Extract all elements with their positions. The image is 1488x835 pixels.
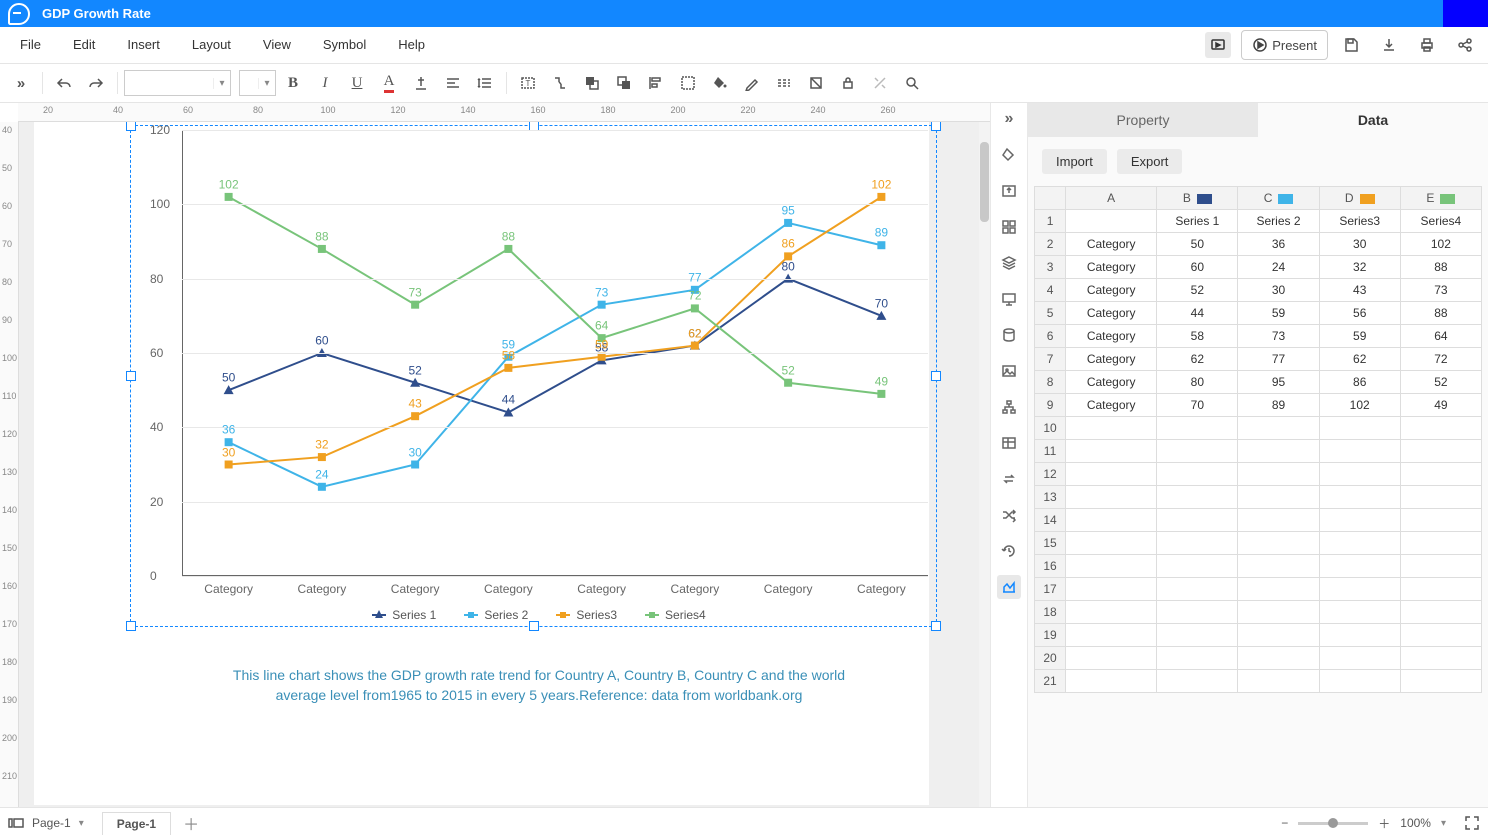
database-icon[interactable] [997, 323, 1021, 347]
vertical-ruler: 4050607080901001101201301401501601701801… [0, 122, 19, 807]
history-icon[interactable] [997, 539, 1021, 563]
fill-tool-icon[interactable] [997, 143, 1021, 167]
chart-caption: This line chart shows the GDP growth rat… [208, 666, 870, 705]
lock-icon[interactable] [833, 68, 863, 98]
distribute-icon[interactable] [673, 68, 703, 98]
layers-icon[interactable] [997, 251, 1021, 275]
page-tab[interactable]: Page-1 [102, 812, 171, 835]
statusbar: Page-1 ▾ Page-1 ＋ − ＋ 100% ▾ [0, 807, 1488, 835]
resize-handle[interactable] [931, 371, 941, 381]
zoom-out-icon[interactable]: − [1281, 816, 1288, 830]
titlebar: GDP Growth Rate [0, 0, 1488, 27]
chart-legend: Series 1Series 2Series3Series4 [148, 608, 930, 622]
tools-icon[interactable] [865, 68, 895, 98]
menu-layout[interactable]: Layout [176, 27, 247, 63]
font-family-select[interactable]: ▾ [124, 70, 231, 96]
share-icon[interactable] [1452, 32, 1478, 58]
swap-icon[interactable] [997, 467, 1021, 491]
page-selector[interactable]: Page-1 [32, 816, 71, 830]
present-button[interactable]: Present [1241, 30, 1328, 60]
table-icon[interactable] [997, 431, 1021, 455]
undo-icon[interactable] [49, 68, 79, 98]
resize-handle[interactable] [126, 621, 136, 631]
align-icon[interactable] [438, 68, 468, 98]
line-style-icon[interactable] [769, 68, 799, 98]
align-objects-icon[interactable] [641, 68, 671, 98]
collapse-panel-icon[interactable]: » [997, 107, 1021, 131]
search-icon[interactable] [897, 68, 927, 98]
tab-property[interactable]: Property [1028, 103, 1258, 137]
text-box-icon[interactable]: T [513, 68, 543, 98]
menu-symbol[interactable]: Symbol [307, 27, 382, 63]
expand-toolbar-icon[interactable]: » [6, 68, 36, 98]
org-chart-icon[interactable] [997, 395, 1021, 419]
export-button[interactable]: Export [1117, 149, 1183, 174]
slideshow-mode-button[interactable] [1205, 32, 1231, 58]
menu-file[interactable]: File [4, 27, 57, 63]
pen-icon[interactable] [737, 68, 767, 98]
crop-icon[interactable] [801, 68, 831, 98]
svg-text:T: T [526, 79, 531, 88]
app-logo-icon [8, 3, 30, 25]
present-label: Present [1272, 38, 1317, 53]
add-page-button[interactable]: ＋ [183, 811, 199, 835]
send-back-icon[interactable] [609, 68, 639, 98]
bring-front-icon[interactable] [577, 68, 607, 98]
page: 020406080100120CategoryCategoryCategoryC… [34, 122, 929, 805]
menu-view[interactable]: View [247, 27, 307, 63]
chart-tool-icon[interactable] [997, 575, 1021, 599]
download-icon[interactable] [1376, 32, 1402, 58]
chevron-down-icon[interactable]: ▾ [1441, 818, 1446, 829]
right-icon-rail: » [990, 103, 1028, 807]
vertical-scrollbar[interactable] [979, 122, 990, 807]
presentation-icon[interactable] [997, 287, 1021, 311]
redo-icon[interactable] [81, 68, 111, 98]
fullscreen-icon[interactable] [1464, 815, 1480, 831]
image-icon[interactable] [997, 359, 1021, 383]
fill-icon[interactable] [705, 68, 735, 98]
resize-handle[interactable] [126, 122, 136, 131]
zoom-in-icon[interactable]: ＋ [1378, 815, 1390, 832]
shuffle-icon[interactable] [997, 503, 1021, 527]
tab-data[interactable]: Data [1258, 103, 1488, 137]
resize-handle[interactable] [931, 122, 941, 131]
menu-help[interactable]: Help [382, 27, 441, 63]
import-button[interactable]: Import [1042, 149, 1107, 174]
resize-handle[interactable] [126, 371, 136, 381]
underline-icon[interactable]: U [342, 68, 372, 98]
font-size-select[interactable]: ▾ [239, 70, 276, 96]
font-color-icon[interactable]: A [374, 68, 404, 98]
zoom-control[interactable]: − ＋ 100% ▾ [1281, 815, 1480, 832]
menu-edit[interactable]: Edit [57, 27, 111, 63]
zoom-slider[interactable] [1298, 822, 1368, 825]
right-panel: Property Data Import Export ABCDE1Series… [1028, 103, 1488, 807]
bold-icon[interactable]: B [278, 68, 308, 98]
print-icon[interactable] [1414, 32, 1440, 58]
toolbar: » ▾ ▾ B I U A T [0, 64, 1488, 103]
line-spacing-icon[interactable] [470, 68, 500, 98]
connector-icon[interactable] [545, 68, 575, 98]
document-title: GDP Growth Rate [42, 6, 151, 21]
menu-insert[interactable]: Insert [111, 27, 176, 63]
window-button[interactable] [1443, 0, 1488, 27]
grid-icon[interactable] [997, 215, 1021, 239]
chevron-down-icon[interactable]: ▾ [79, 818, 84, 829]
canvas[interactable]: 020406080100120CategoryCategoryCategoryC… [19, 122, 990, 807]
save-icon[interactable] [1338, 32, 1364, 58]
line-chart[interactable]: 020406080100120CategoryCategoryCategoryC… [148, 130, 930, 750]
text-highlight-icon[interactable] [406, 68, 436, 98]
zoom-value: 100% [1400, 816, 1431, 830]
resize-handle[interactable] [931, 621, 941, 631]
data-grid[interactable]: ABCDE1Series 1Series 2Series3Series42Cat… [1034, 186, 1482, 693]
italic-icon[interactable]: I [310, 68, 340, 98]
export-image-icon[interactable] [997, 179, 1021, 203]
menubar: FileEditInsertLayoutViewSymbolHelp Prese… [0, 27, 1488, 64]
pages-panel-icon[interactable] [8, 815, 24, 831]
workarea: 20406080100120140160180200220240260 4050… [0, 103, 1488, 807]
horizontal-ruler: 20406080100120140160180200220240260 [18, 103, 990, 122]
